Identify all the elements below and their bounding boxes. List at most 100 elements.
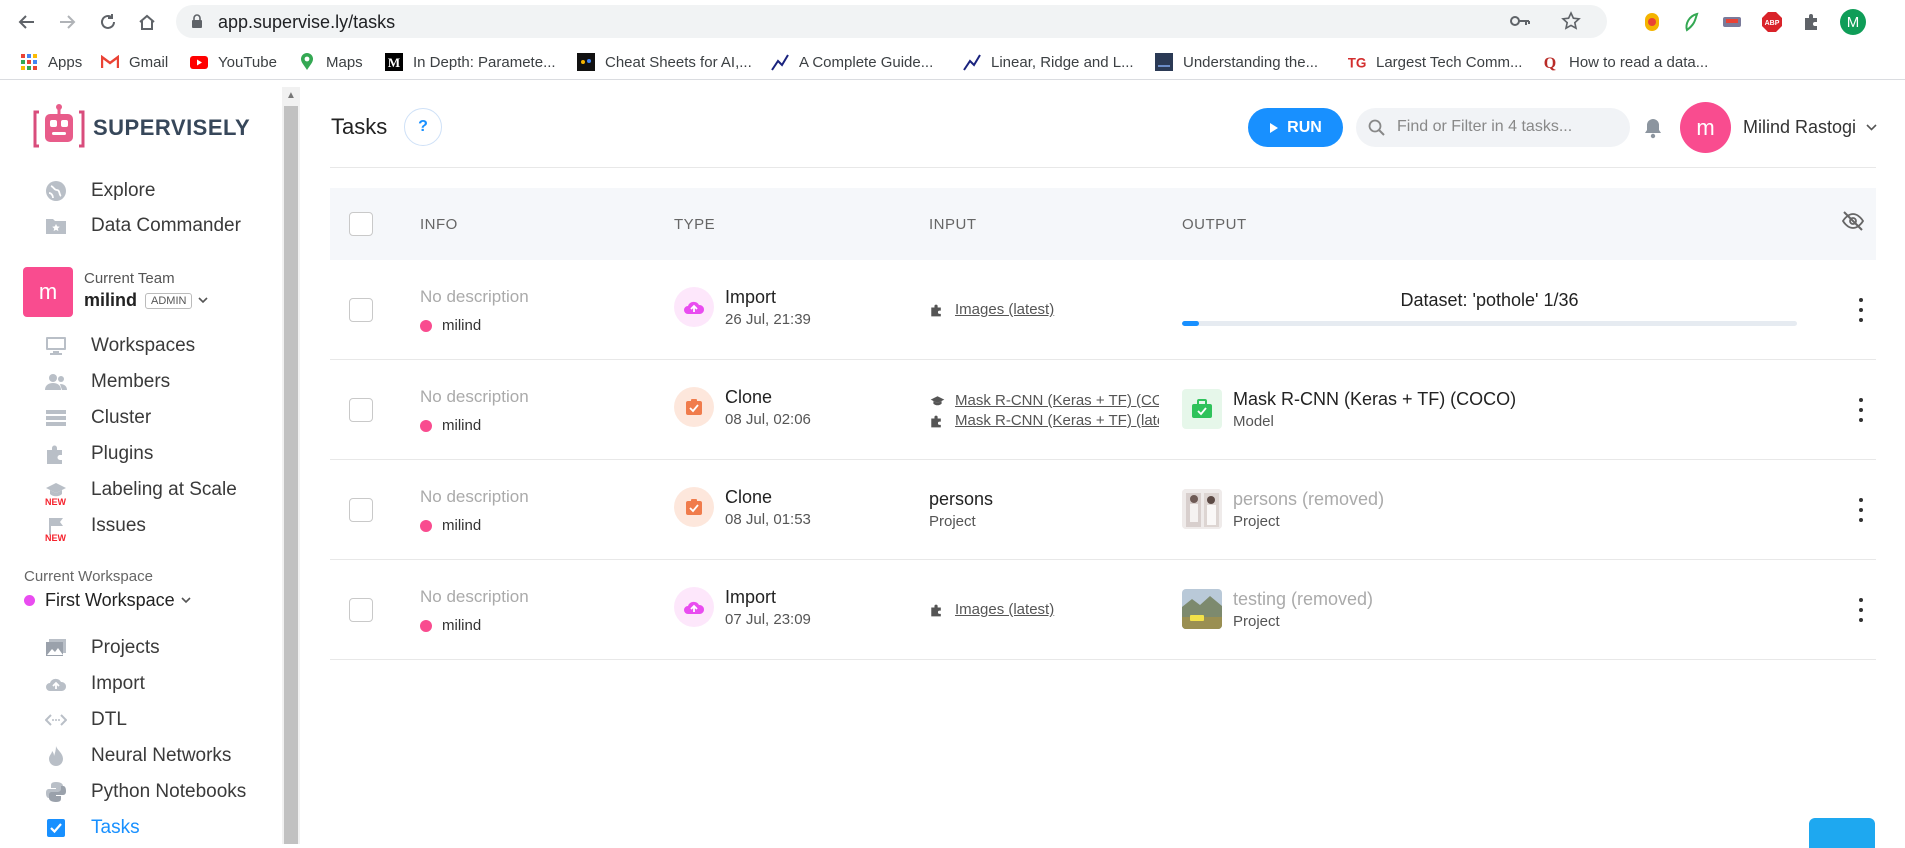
sidebar-item-tasks[interactable]: Tasks	[44, 813, 140, 843]
team-selector[interactable]: milind ADMIN	[84, 290, 209, 311]
folder-star-icon	[44, 214, 68, 238]
sidebar-item-python-notebooks[interactable]: Python Notebooks	[44, 777, 246, 807]
row-checkbox[interactable]	[349, 598, 373, 622]
extension-2-icon[interactable]	[1680, 10, 1704, 34]
table-row[interactable]: No description milind Clone 08 Jul, 02:0…	[330, 360, 1876, 460]
search-icon	[1368, 119, 1385, 136]
bookmark-apps[interactable]: Apps	[20, 52, 82, 72]
svg-text:M: M	[388, 55, 400, 70]
bookmark-label: In Depth: Paramete...	[413, 53, 556, 71]
sidebar-item-plugins[interactable]: Plugins	[44, 439, 153, 469]
eye-off-icon[interactable]	[1841, 210, 1865, 232]
bookmark-gmail[interactable]: Gmail	[101, 52, 168, 72]
extension-3-icon[interactable]	[1720, 10, 1744, 34]
home-button[interactable]	[135, 10, 159, 34]
output-name: persons (removed)	[1233, 489, 1385, 509]
sidebar-item-issues[interactable]: NEW Issues	[44, 511, 146, 543]
sidebar-item-label: Import	[91, 673, 145, 694]
column-header-output[interactable]: OUTPUT	[1182, 216, 1247, 233]
bookmark-youtube[interactable]: YouTube	[190, 52, 277, 72]
sidebar-item-cluster[interactable]: Cluster	[44, 403, 151, 433]
bookmark-label: Largest Tech Comm...	[1376, 53, 1523, 71]
play-icon	[1270, 122, 1279, 133]
bell-icon[interactable]	[1643, 117, 1663, 139]
bookmark-medium[interactable]: M In Depth: Paramete...	[385, 52, 556, 72]
task-description[interactable]: No description	[420, 287, 529, 307]
row-checkbox[interactable]	[349, 498, 373, 522]
run-button[interactable]: RUN	[1248, 108, 1343, 147]
page-title: Tasks	[331, 114, 388, 139]
graduation-cap-icon	[929, 393, 945, 409]
bookmark-complete-guide[interactable]: A Complete Guide...	[771, 52, 933, 72]
row-checkbox[interactable]	[349, 398, 373, 422]
bookmark-linear-ridge[interactable]: Linear, Ridge and L...	[963, 52, 1134, 72]
adblock-plus-icon[interactable]: ABP	[1760, 10, 1784, 34]
row-menu-button[interactable]	[1857, 298, 1865, 322]
project-thumbnail[interactable]	[1182, 589, 1222, 629]
bookmark-favicon	[577, 53, 595, 71]
model-thumbnail[interactable]	[1182, 389, 1222, 429]
svg-text:TG: TG	[1348, 55, 1366, 70]
column-header-info[interactable]: INFO	[420, 216, 458, 233]
run-label: RUN	[1287, 118, 1322, 136]
sidebar-item-data-commander[interactable]: Data Commander	[44, 211, 241, 241]
arrow-right-icon	[60, 15, 76, 29]
task-description[interactable]: No description	[420, 487, 529, 507]
scroll-up-arrow-icon[interactable]: ▲	[285, 90, 297, 102]
back-button[interactable]	[15, 10, 39, 34]
bookmark-how-to-read[interactable]: Q How to read a data...	[1541, 52, 1708, 72]
help-button[interactable]: ?	[404, 108, 442, 146]
input-link[interactable]: Mask R-CNN (Keras + TF) (COCO)	[929, 392, 1159, 409]
column-header-type[interactable]: TYPE	[674, 216, 715, 233]
sidebar-item-projects[interactable]: Projects	[44, 633, 160, 663]
input-link[interactable]: Images (latest)	[929, 301, 1159, 318]
team-avatar[interactable]: m	[23, 267, 73, 317]
sidebar-item-workspaces[interactable]: Workspaces	[44, 331, 195, 361]
input-link[interactable]: Images (latest)	[929, 601, 1159, 618]
sidebar-item-explore[interactable]: Explore	[44, 176, 155, 206]
puzzle-extensions-icon[interactable]	[1800, 10, 1824, 34]
row-menu-button[interactable]	[1857, 598, 1865, 622]
workspace-selector[interactable]: First Workspace	[24, 590, 191, 611]
task-description[interactable]: No description	[420, 387, 529, 407]
output-progress-bar	[1182, 321, 1797, 326]
bookmark-largest-tech[interactable]: TG Largest Tech Comm...	[1348, 52, 1522, 72]
address-bar[interactable]: app.supervise.ly/tasks	[176, 5, 1607, 38]
row-menu-button[interactable]	[1857, 398, 1865, 422]
extension-1-icon[interactable]	[1640, 10, 1664, 34]
search-input[interactable]	[1397, 116, 1617, 138]
sidebar-item-labeling-at-scale[interactable]: NEW Labeling at Scale	[44, 475, 237, 507]
row-menu-button[interactable]	[1857, 498, 1865, 522]
sidebar-scrollbar-thumb[interactable]	[284, 106, 298, 844]
row-checkbox[interactable]	[349, 298, 373, 322]
table-row[interactable]: No description milind Import 07 Jul, 23:…	[330, 560, 1876, 660]
sidebar-item-members[interactable]: Members	[44, 367, 170, 397]
bookmark-cheat-sheets[interactable]: Cheat Sheets for AI,...	[577, 52, 752, 72]
reload-button[interactable]	[96, 10, 120, 34]
project-thumbnail[interactable]	[1182, 489, 1222, 529]
bookmark-maps[interactable]: Maps	[298, 52, 363, 72]
sidebar-item-dtl[interactable]: DTL	[44, 705, 127, 735]
owner-name: milind	[442, 417, 482, 434]
column-header-input[interactable]: INPUT	[929, 216, 977, 233]
user-menu[interactable]: Milind Rastogi	[1743, 117, 1877, 138]
profile-avatar[interactable]: M	[1840, 9, 1866, 35]
sidebar-item-neural-networks[interactable]: Neural Networks	[44, 741, 231, 771]
input-name[interactable]: persons	[929, 489, 993, 510]
task-search[interactable]	[1356, 108, 1630, 147]
user-avatar[interactable]: m	[1680, 102, 1731, 153]
table-row[interactable]: No description milind Clone 08 Jul, 01:5…	[330, 460, 1876, 560]
input-link-label: Mask R-CNN (Keras + TF) (COCO)	[955, 392, 1159, 409]
sidebar-item-label: DTL	[91, 709, 127, 730]
apps-grid-icon	[20, 53, 38, 71]
output-name[interactable]: Mask R-CNN (Keras + TF) (COCO)	[1233, 389, 1516, 410]
bookmark-label: YouTube	[218, 53, 277, 71]
input-link[interactable]: Mask R-CNN (Keras + TF) (latest)	[929, 412, 1159, 429]
forward-button[interactable]	[55, 10, 79, 34]
select-all-checkbox[interactable]	[349, 212, 373, 236]
bookmark-understanding[interactable]: Understanding the...	[1155, 52, 1318, 72]
task-description[interactable]: No description	[420, 587, 529, 607]
table-row[interactable]: No description milind Import 26 Jul, 21:…	[330, 260, 1876, 360]
sidebar-item-import[interactable]: Import	[44, 669, 145, 699]
supervisely-logo[interactable]: SUPERVISELY	[33, 104, 250, 152]
